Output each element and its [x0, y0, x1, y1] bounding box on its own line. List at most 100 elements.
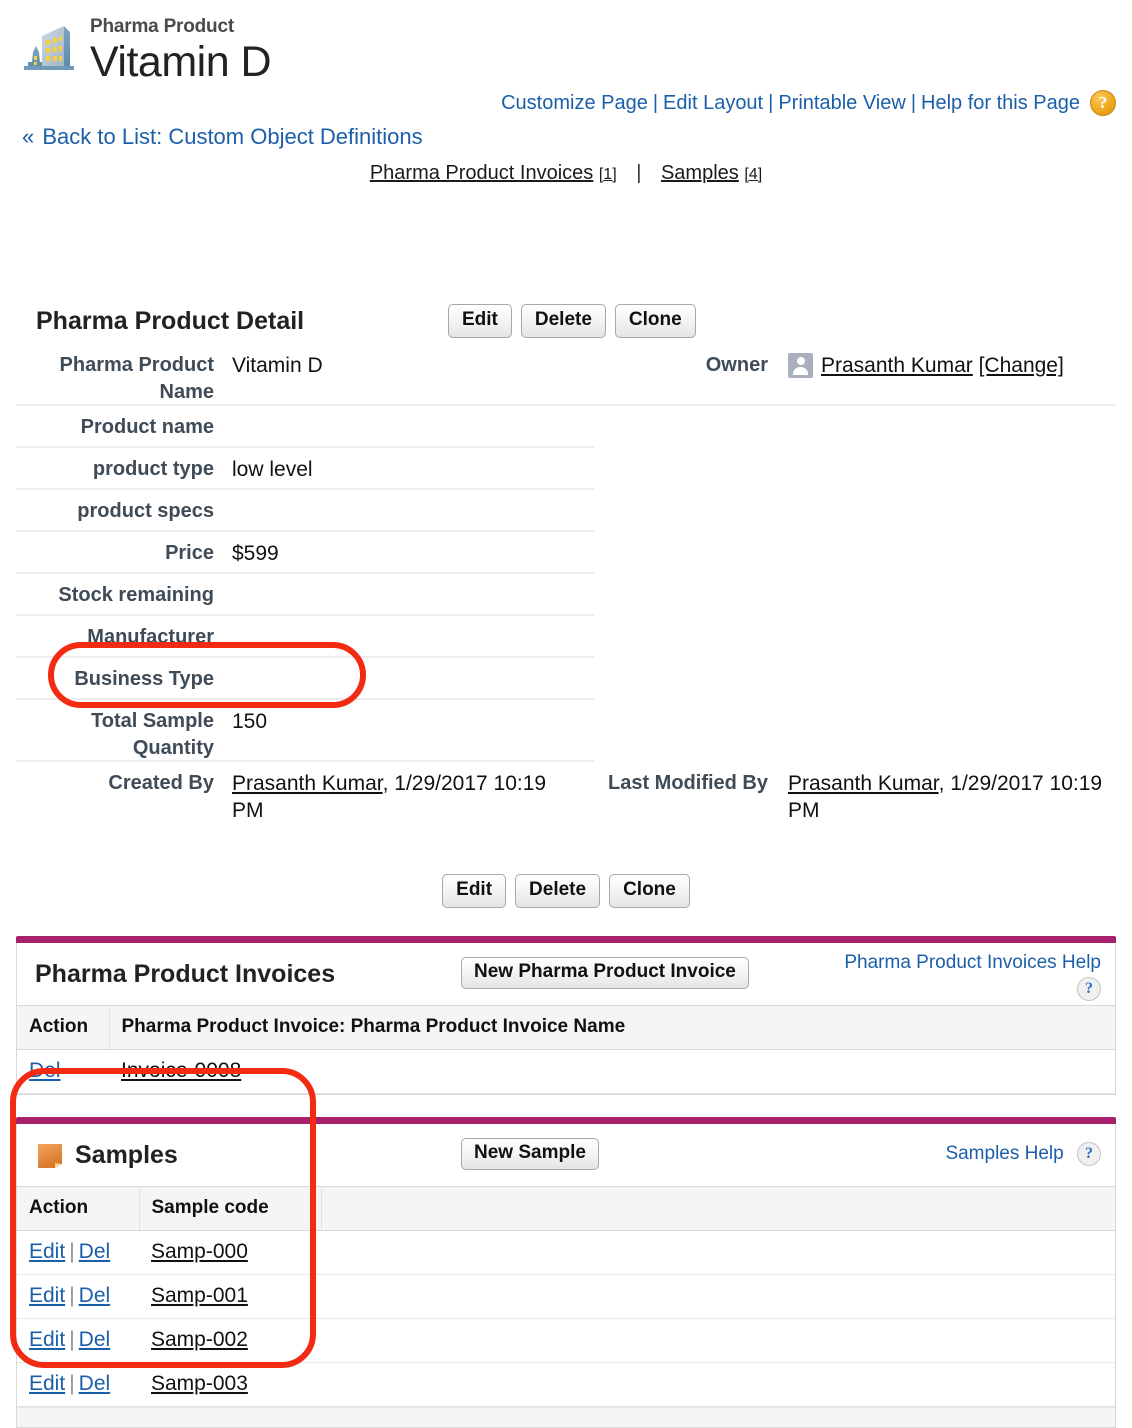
field-label: Total Sample Quantity	[16, 700, 214, 762]
printable-view-link[interactable]: Printable View	[778, 92, 905, 115]
table-header-row: Action Pharma Product Invoice: Pharma Pr…	[17, 1006, 1115, 1050]
detail-row-price: Price $599	[16, 532, 1116, 574]
action-separator: |	[69, 1328, 74, 1351]
field-value: $599	[214, 532, 568, 574]
sample-code-cell: Samp-002	[139, 1319, 321, 1363]
clone-button-bottom[interactable]: Clone	[609, 874, 690, 908]
pharma-product-invoices-help-link[interactable]: Pharma Product Invoices Help	[844, 952, 1101, 973]
sample-code-link[interactable]: Samp-002	[151, 1328, 248, 1351]
building-icon	[18, 18, 80, 80]
edit-link[interactable]: Edit	[29, 1328, 65, 1351]
detail-row-business-type: Business Type	[16, 658, 1116, 700]
detail-row-total-sample-quantity: Total Sample Quantity 150	[16, 700, 1116, 762]
table-row: Edit|Del Samp-003	[17, 1363, 1115, 1407]
field-label: Price	[16, 532, 214, 574]
detail-row-product-name: Pharma Product Name Vitamin D Owner Pras…	[16, 344, 1116, 406]
row-actions: Edit|Del	[17, 1319, 139, 1363]
created-by-user-link[interactable]: Prasanth Kumar	[232, 772, 383, 795]
help-orb-icon[interactable]: ?	[1090, 90, 1116, 116]
new-sample-button[interactable]: New Sample	[461, 1138, 599, 1170]
table-row: Del Invoice-0008	[17, 1050, 1115, 1094]
column-header-action[interactable]: Action	[17, 1006, 109, 1050]
detail-row-stock-remaining: Stock remaining	[16, 574, 1116, 616]
related-list-body: Samples New Sample Samples Help ? Action…	[16, 1124, 1116, 1428]
page-title: Vitamin D	[90, 39, 271, 86]
sample-code-cell: Samp-000	[139, 1231, 321, 1275]
del-link[interactable]: Del	[79, 1328, 111, 1351]
sample-code-link[interactable]: Samp-003	[151, 1372, 248, 1395]
field-pharma-product-name: Pharma Product Name Vitamin D	[16, 344, 568, 406]
help-question-icon[interactable]: ?	[1077, 977, 1101, 1001]
spacer-cell	[321, 1231, 1115, 1275]
help-question-icon[interactable]: ?	[1077, 1142, 1101, 1166]
field-last-modified-by: Last Modified By Prasanth Kumar, 1/29/20…	[568, 762, 1116, 838]
samples-help-link[interactable]: Samples Help	[945, 1143, 1063, 1164]
column-header-invoice-name[interactable]: Pharma Product Invoice: Pharma Product I…	[109, 1006, 1115, 1050]
del-link[interactable]: Del	[29, 1059, 61, 1082]
delete-button-top[interactable]: Delete	[521, 304, 606, 338]
user-avatar-icon	[788, 353, 813, 378]
del-link[interactable]: Del	[79, 1284, 111, 1307]
field-value	[214, 658, 568, 700]
owner-change-link[interactable]: [Change]	[979, 352, 1064, 379]
edit-layout-link[interactable]: Edit Layout	[663, 92, 763, 115]
edit-link[interactable]: Edit	[29, 1240, 65, 1263]
action-separator: |	[69, 1372, 74, 1395]
edit-button-bottom[interactable]: Edit	[442, 874, 506, 908]
del-link[interactable]: Del	[79, 1372, 111, 1395]
detail-row-manufacturer: Manufacturer	[16, 616, 1116, 658]
row-actions: Edit|Del	[17, 1275, 139, 1319]
row-actions: Edit|Del	[17, 1363, 139, 1407]
jump-count-invoices: [1]	[599, 166, 617, 183]
invoices-help: Pharma Product Invoices Help ?	[844, 951, 1101, 1001]
created-by-label: Created By	[16, 762, 214, 838]
field-label: Stock remaining	[16, 574, 214, 616]
edit-link[interactable]: Edit	[29, 1284, 65, 1307]
column-header-action[interactable]: Action	[17, 1187, 139, 1231]
sample-code-link[interactable]: Samp-000	[151, 1240, 248, 1263]
last-modified-by-label: Last Modified By	[568, 762, 768, 838]
related-list-accent-bar	[16, 936, 1116, 943]
detail-section-title: Pharma Product Detail	[16, 307, 448, 336]
related-list-header: Pharma Product Invoices New Pharma Produ…	[17, 943, 1115, 1005]
action-separator: |	[69, 1240, 74, 1263]
detail-row-product-type: product type low level	[16, 448, 1116, 490]
edit-button-top[interactable]: Edit	[448, 304, 512, 338]
detail-bottom-buttons: Edit Delete Clone	[16, 874, 1116, 908]
table-row: Edit|Del Samp-000	[17, 1231, 1115, 1275]
samples-table: Action Sample code Edit|Del Samp-000	[17, 1186, 1115, 1407]
jump-separator: |	[636, 162, 641, 184]
new-pharma-product-invoice-button[interactable]: New Pharma Product Invoice	[461, 957, 749, 989]
utility-links: Customize Page | Edit Layout | Printable…	[501, 90, 1116, 116]
del-link[interactable]: Del	[79, 1240, 111, 1263]
field-product-type: product type low level	[16, 448, 568, 490]
sample-code-link[interactable]: Samp-001	[151, 1284, 248, 1307]
jump-count-samples: [4]	[744, 166, 762, 183]
field-price: Price $599	[16, 532, 568, 574]
table-header-row: Action Sample code	[17, 1187, 1115, 1231]
invoice-name-link[interactable]: Invoice-0008	[121, 1059, 241, 1082]
spacer-cell	[321, 1363, 1115, 1407]
help-for-this-page-link[interactable]: Help for this Page	[921, 92, 1080, 115]
jump-link-pharma-product-invoices[interactable]: Pharma Product Invoices	[370, 162, 593, 184]
invoice-name-cell: Invoice-0008	[109, 1050, 1115, 1094]
link-separator-1: |	[653, 92, 658, 115]
field-value: Vitamin D	[214, 344, 568, 406]
last-modified-by-user-link[interactable]: Prasanth Kumar	[788, 772, 939, 795]
delete-button-bottom[interactable]: Delete	[515, 874, 600, 908]
column-header-sample-code[interactable]: Sample code	[139, 1187, 321, 1231]
field-value: low level	[214, 448, 568, 490]
samples-table-body: Edit|Del Samp-000 Edit|Del Samp-001	[17, 1231, 1115, 1407]
customize-page-link[interactable]: Customize Page	[501, 92, 648, 115]
back-to-list-link[interactable]: Back to List: Custom Object Definitions	[42, 124, 422, 149]
new-invoice-button-wrap: New Pharma Product Invoice	[461, 957, 749, 989]
field-label: Business Type	[16, 658, 214, 700]
field-value	[214, 490, 568, 532]
edit-link[interactable]: Edit	[29, 1372, 65, 1395]
owner-name-link[interactable]: Prasanth Kumar	[821, 352, 973, 379]
field-product-name: Product name	[16, 406, 568, 448]
clone-button-top[interactable]: Clone	[615, 304, 696, 338]
owner-value: Prasanth Kumar [Change]	[768, 344, 1116, 406]
jump-link-samples[interactable]: Samples	[661, 162, 739, 184]
spacer-cell	[321, 1319, 1115, 1363]
